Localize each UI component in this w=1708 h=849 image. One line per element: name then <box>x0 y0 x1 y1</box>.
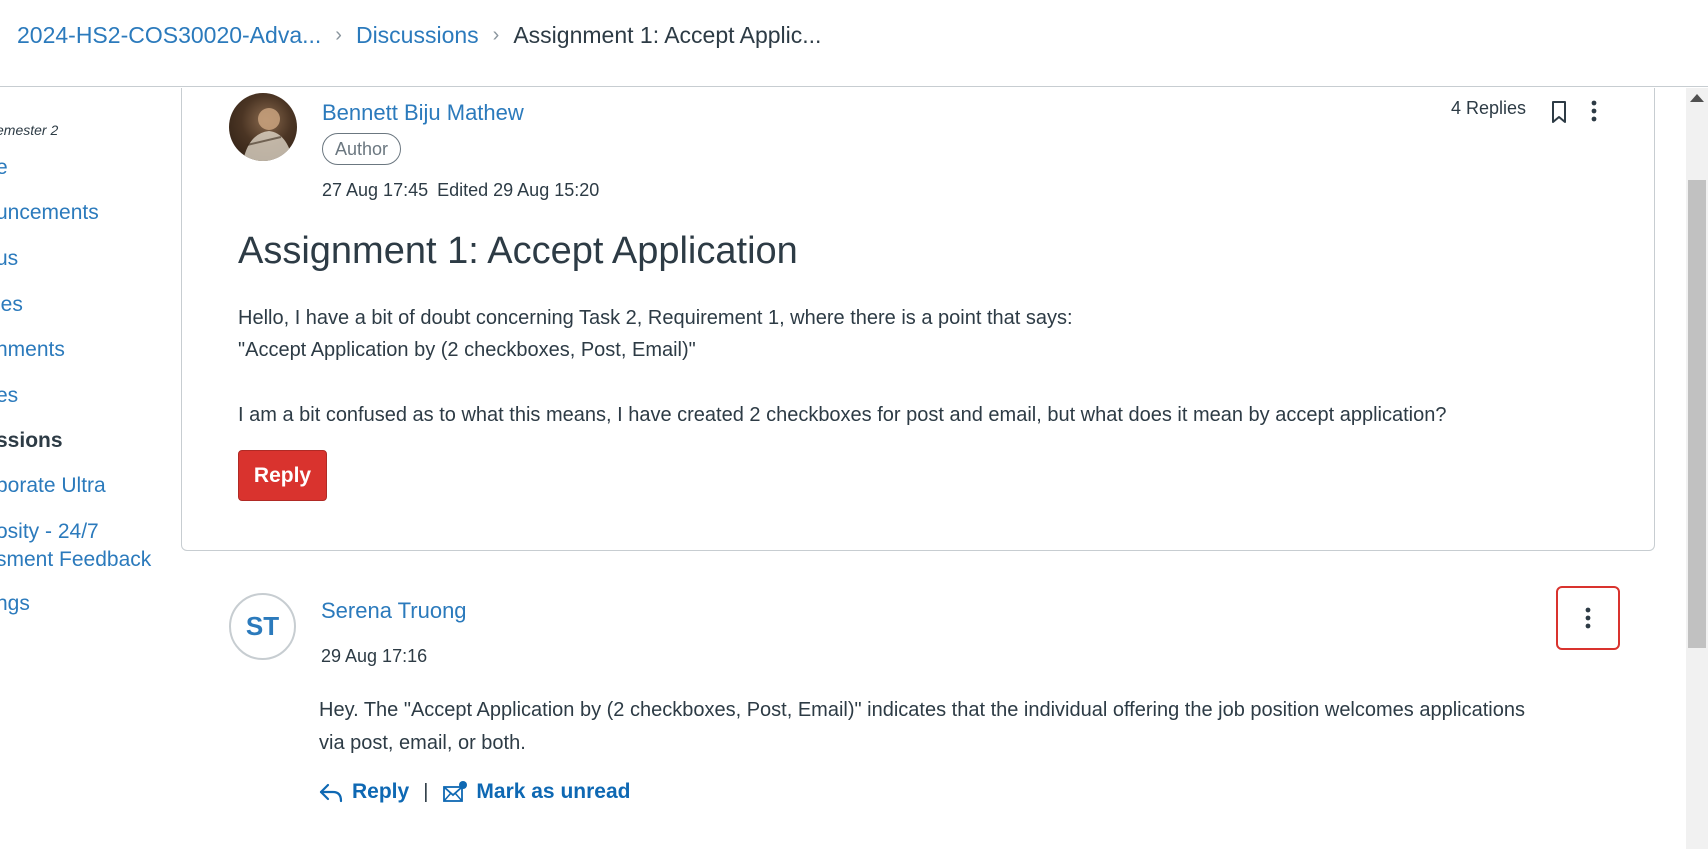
breadcrumb-course-link[interactable]: 2024-HS2-COS30020-Adva... <box>17 22 321 49</box>
nav-item-home[interactable]: e <box>0 154 8 182</box>
nav-item-discussions[interactable]: ssions <box>0 427 63 455</box>
posted-time: 27 Aug 17:45 <box>322 180 429 200</box>
breadcrumb-chevron-icon: › <box>492 24 500 46</box>
bookmark-button[interactable] <box>1546 96 1572 126</box>
nav-item-assignments[interactable]: nments <box>0 336 65 364</box>
reply-body-line: via post, email, or both. <box>319 732 526 754</box>
reply-button-label: Reply <box>352 780 410 803</box>
nav-item-announcements[interactable]: uncements <box>0 199 99 227</box>
nav-item-studiosity[interactable]: osity - 24/7 <box>0 518 99 546</box>
breadcrumb-discussions-link[interactable]: Discussions <box>356 22 479 49</box>
nav-item-assessment-feedback[interactable]: sment Feedback <box>0 546 151 574</box>
breadcrumb: 2024-HS2-COS30020-Adva... › Discussions … <box>17 22 821 49</box>
kebab-menu-icon <box>1585 607 1591 629</box>
topic-title: Assignment 1: Accept Application <box>238 230 798 272</box>
reply-actions: Reply | Mark as unread <box>318 780 630 804</box>
edited-time: Edited 29 Aug 15:20 <box>437 180 600 200</box>
top-navigation-bar: 2024-HS2-COS30020-Adva... › Discussions … <box>0 0 1708 87</box>
author-avatar[interactable] <box>229 93 297 161</box>
topic-options-button[interactable] <box>1581 96 1607 126</box>
avatar-photo-icon <box>243 108 293 161</box>
mail-unread-icon <box>443 781 468 802</box>
scroll-up-arrow-icon[interactable] <box>1690 94 1704 102</box>
course-navigation: emester 2 e uncements us les nments es s… <box>0 88 180 849</box>
bookmark-icon <box>1552 101 1566 123</box>
mark-as-unread-button[interactable]: Mark as unread <box>442 780 630 804</box>
discussion-main: Bennett Biju Mathew Author 27 Aug 17:45 E… <box>181 88 1655 849</box>
topic-body-line: "Accept Application by (2 checkboxes, Po… <box>238 339 696 361</box>
page-scrollbar[interactable] <box>1686 88 1708 849</box>
topic-timestamps: 27 Aug 17:45 Edited 29 Aug 15:20 <box>322 180 599 201</box>
author-role-badge: Author <box>322 133 402 165</box>
course-term-label: emester 2 <box>0 122 59 138</box>
breadcrumb-chevron-icon: › <box>335 24 342 46</box>
breadcrumb-current-page: Assignment 1: Accept Applic... <box>513 22 822 48</box>
reply-button[interactable]: Reply <box>318 780 409 804</box>
reply-body-line: Hey. The "Accept Application by (2 check… <box>319 699 1525 721</box>
reply-options-button[interactable] <box>1556 586 1620 650</box>
topic-body-line: Hello, I have a bit of doubt concerning … <box>238 307 1073 329</box>
reply-timestamp: 29 Aug 17:16 <box>321 646 428 666</box>
nav-item-modules[interactable]: les <box>0 291 23 319</box>
topic-body-line: I am a bit confused as to what this mean… <box>238 404 1447 426</box>
reply-author-avatar[interactable]: ST <box>229 593 296 660</box>
action-separator: | <box>423 780 429 803</box>
topic-author-link[interactable]: Bennett Biju Mathew <box>322 100 524 126</box>
reply-author-link[interactable]: Serena Truong <box>321 598 467 624</box>
nav-item-syllabus[interactable]: us <box>0 245 18 273</box>
kebab-menu-icon <box>1591 100 1597 122</box>
nav-item-settings[interactable]: ngs <box>0 590 30 618</box>
reply-arrow-icon <box>319 783 343 803</box>
nav-item-quizzes[interactable]: es <box>0 382 18 410</box>
topic-reply-button[interactable]: Reply <box>238 450 327 501</box>
nav-item-collaborate-ultra[interactable]: borate Ultra <box>0 472 106 500</box>
scrollbar-thumb[interactable] <box>1688 180 1706 648</box>
mark-as-unread-label: Mark as unread <box>476 780 631 803</box>
replies-count: 4 Replies <box>1451 98 1527 118</box>
